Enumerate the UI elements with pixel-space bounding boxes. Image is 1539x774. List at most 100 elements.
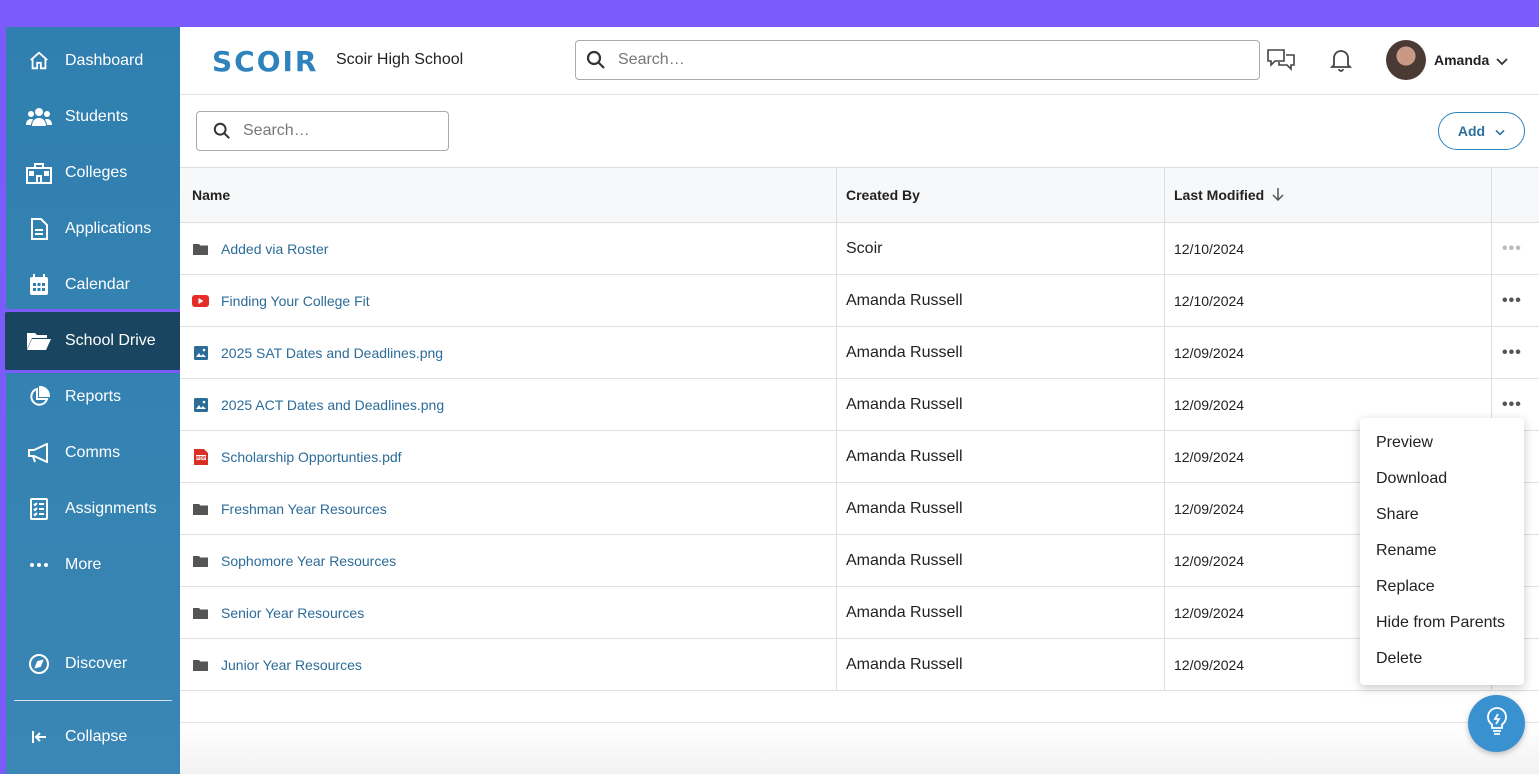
last-modified-cell: 12/10/2024 xyxy=(1174,292,1245,309)
sidebar-item-school-drive[interactable]: School Drive xyxy=(2,309,184,373)
sidebar-item-reports[interactable]: Reports xyxy=(6,369,180,425)
name-cell: Junior Year Resources xyxy=(192,639,362,690)
sidebar-item-colleges[interactable]: Colleges xyxy=(6,145,180,201)
users-icon xyxy=(26,106,52,128)
created-by-cell: Amanda Russell xyxy=(846,551,963,569)
main-content: SCOIR Scoir High School Amanda Add xyxy=(180,27,1539,774)
table-row[interactable]: Senior Year Resources Amanda Russell 12/… xyxy=(180,587,1539,639)
folder-icon xyxy=(192,503,209,515)
file-name-link[interactable]: Senior Year Resources xyxy=(221,605,364,621)
last-modified-cell: 12/09/2024 xyxy=(1174,604,1245,621)
row-actions-button[interactable]: ••• xyxy=(1502,327,1522,378)
file-name-link[interactable]: Finding Your College Fit xyxy=(221,293,370,309)
table-footer xyxy=(180,722,1539,774)
menu-item-preview[interactable]: Preview xyxy=(1360,425,1524,461)
column-divider xyxy=(836,167,837,691)
sidebar-item-comms[interactable]: Comms xyxy=(6,425,180,481)
add-button[interactable]: Add xyxy=(1438,112,1525,150)
user-name[interactable]: Amanda xyxy=(1434,52,1489,68)
last-modified-cell: 12/09/2024 xyxy=(1174,552,1245,569)
row-actions-button[interactable]: ••• xyxy=(1502,275,1522,326)
menu-item-hide-from-parents[interactable]: Hide from Parents xyxy=(1360,605,1524,641)
global-search-input[interactable] xyxy=(618,51,1165,69)
menu-item-download[interactable]: Download xyxy=(1360,461,1524,497)
folder-icon xyxy=(192,243,209,255)
search-icon xyxy=(213,122,231,140)
created-by-cell: Amanda Russell xyxy=(846,447,963,465)
menu-item-replace[interactable]: Replace xyxy=(1360,569,1524,605)
column-header-last-modified[interactable]: Last Modified xyxy=(1174,168,1284,222)
drive-search-input[interactable] xyxy=(243,122,444,140)
table-row[interactable]: Finding Your College Fit Amanda Russell … xyxy=(180,275,1539,327)
menu-item-rename[interactable]: Rename xyxy=(1360,533,1524,569)
top-bar: SCOIR Scoir High School Amanda xyxy=(180,27,1539,95)
last-modified-cell: 12/09/2024 xyxy=(1174,396,1245,413)
sidebar-item-label: Students xyxy=(65,108,129,125)
file-name-link[interactable]: Scholarship Opportunties.pdf xyxy=(221,449,402,465)
sidebar-item-label: Dashboard xyxy=(65,52,144,69)
sidebar-divider xyxy=(14,700,172,701)
scoir-logo[interactable]: SCOIR xyxy=(212,45,319,78)
sidebar-item-calendar[interactable]: Calendar xyxy=(6,257,180,313)
table-row[interactable]: Freshman Year Resources Amanda Russell 1… xyxy=(180,483,1539,535)
table-row[interactable]: Junior Year Resources Amanda Russell 12/… xyxy=(180,639,1539,691)
image-icon xyxy=(192,397,209,412)
global-search[interactable] xyxy=(575,40,1260,80)
name-cell: Finding Your College Fit xyxy=(192,275,370,326)
sidebar-item-applications[interactable]: Applications xyxy=(6,201,180,257)
row-context-menu: Preview Download Share Rename Replace Hi… xyxy=(1360,418,1524,685)
name-cell: 2025 ACT Dates and Deadlines.png xyxy=(192,379,444,430)
home-icon xyxy=(26,50,52,72)
name-cell: 2025 SAT Dates and Deadlines.png xyxy=(192,327,443,378)
menu-item-delete[interactable]: Delete xyxy=(1360,641,1524,677)
name-cell: Sophomore Year Resources xyxy=(192,535,396,586)
youtube-icon xyxy=(192,294,209,307)
sidebar-item-students[interactable]: Students xyxy=(6,89,180,145)
document-icon xyxy=(26,218,52,240)
drive-search[interactable] xyxy=(196,111,449,151)
image-icon xyxy=(192,345,209,360)
table-row[interactable]: PDF Scholarship Opportunties.pdf Amanda … xyxy=(180,431,1539,483)
chat-bubbles-icon[interactable] xyxy=(1266,47,1296,76)
search-icon xyxy=(586,50,606,70)
created-by-cell: Amanda Russell xyxy=(846,395,963,413)
sidebar-item-dashboard[interactable]: Dashboard xyxy=(6,33,180,89)
file-name-link[interactable]: 2025 SAT Dates and Deadlines.png xyxy=(221,345,443,361)
sidebar-item-assignments[interactable]: Assignments xyxy=(6,481,180,537)
row-actions-button[interactable]: ••• xyxy=(1502,223,1522,274)
last-modified-cell: 12/09/2024 xyxy=(1174,344,1245,361)
table-row[interactable]: 2025 SAT Dates and Deadlines.png Amanda … xyxy=(180,327,1539,379)
last-modified-cell: 12/09/2024 xyxy=(1174,500,1245,517)
calendar-icon xyxy=(26,274,52,296)
bell-icon[interactable] xyxy=(1329,48,1353,77)
sidebar-item-label: Comms xyxy=(65,444,121,461)
pie-chart-icon xyxy=(26,386,52,408)
folder-icon xyxy=(192,555,209,567)
column-header-label: Last Modified xyxy=(1174,187,1265,203)
created-by-cell: Amanda Russell xyxy=(846,343,963,361)
help-button[interactable] xyxy=(1468,695,1525,752)
sidebar: Dashboard Students Colleges Applications… xyxy=(2,27,184,774)
column-divider xyxy=(1164,167,1165,691)
compass-icon xyxy=(26,653,52,675)
sidebar-item-discover[interactable]: Discover xyxy=(6,636,180,692)
last-modified-cell: 12/09/2024 xyxy=(1174,448,1245,465)
table-row[interactable]: Sophomore Year Resources Amanda Russell … xyxy=(180,535,1539,587)
sidebar-collapse-button[interactable]: Collapse xyxy=(6,709,180,765)
avatar[interactable] xyxy=(1386,40,1426,80)
file-name-link[interactable]: Freshman Year Resources xyxy=(221,501,387,517)
column-header-name[interactable]: Name xyxy=(192,168,230,222)
chevron-down-icon[interactable] xyxy=(1496,53,1508,71)
name-cell: Added via Roster xyxy=(192,223,328,274)
column-header-created-by[interactable]: Created By xyxy=(846,168,920,222)
sidebar-item-label: School Drive xyxy=(65,332,156,349)
table-row[interactable]: 2025 ACT Dates and Deadlines.png Amanda … xyxy=(180,379,1539,431)
menu-item-share[interactable]: Share xyxy=(1360,497,1524,533)
file-name-link[interactable]: 2025 ACT Dates and Deadlines.png xyxy=(221,397,444,413)
table-header: Name Created By Last Modified xyxy=(180,167,1539,223)
file-name-link[interactable]: Junior Year Resources xyxy=(221,657,362,673)
file-name-link[interactable]: Added via Roster xyxy=(221,241,328,257)
table-row[interactable]: Added via Roster Scoir 12/10/2024 ••• xyxy=(180,223,1539,275)
sidebar-item-more[interactable]: More xyxy=(6,537,180,593)
file-name-link[interactable]: Sophomore Year Resources xyxy=(221,553,396,569)
